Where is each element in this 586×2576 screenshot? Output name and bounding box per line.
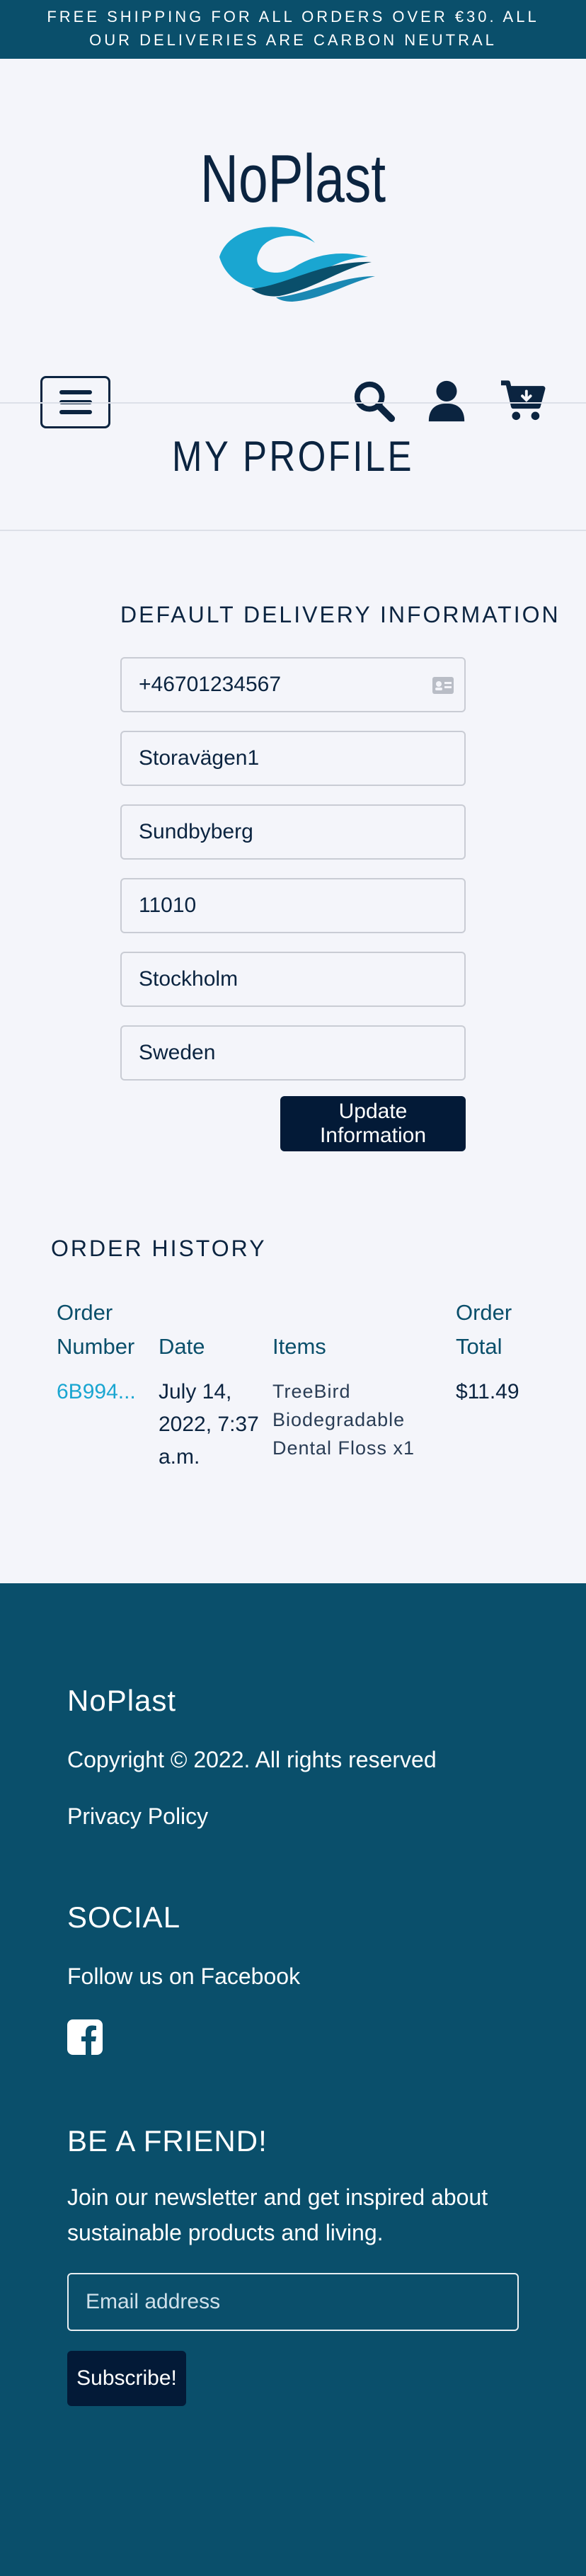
privacy-policy-link[interactable]: Privacy Policy (67, 1799, 208, 1834)
copyright-text: Copyright © 2022. All rights reserved (67, 1747, 437, 1772)
town-field[interactable]: Sundbyberg (120, 804, 466, 860)
county-value: Stockholm (139, 967, 239, 991)
header-date: Date (159, 1334, 205, 1359)
header-order-number: Order Number (57, 1300, 135, 1359)
subscribe-button[interactable]: Subscribe! (67, 2351, 186, 2406)
county-field[interactable]: Stockholm (120, 952, 466, 1007)
delivery-section-title: DEFAULT DELIVERY INFORMATION (120, 602, 561, 627)
postcode-value: 11010 (139, 894, 197, 917)
page-title: MY PROFILE (172, 433, 414, 480)
country-select[interactable]: Sweden (120, 1025, 466, 1081)
social-heading: SOCIAL (67, 1900, 181, 1934)
order-history-title: ORDER HISTORY (51, 1236, 267, 1261)
order-items-cell: TreeBird Biodegradable Dental Floss x1 (272, 1381, 415, 1459)
email-input[interactable]: Email address (67, 2273, 519, 2331)
country-value: Sweden (139, 1041, 216, 1064)
email-placeholder: Email address (86, 2290, 221, 2313)
town-value: Sundbyberg (139, 820, 253, 843)
logo-text[interactable]: NoPlast (64, 144, 522, 215)
site-footer: NoPlast Copyright © 2022. All rights res… (0, 1583, 586, 2576)
update-information-button[interactable]: Update Information (280, 1096, 466, 1151)
contact-card-icon (432, 677, 454, 694)
facebook-link-text[interactable]: Follow us on Facebook (67, 1959, 300, 1994)
order-date-cell: July 14, 2022, 7:37 a.m. (159, 1380, 259, 1469)
street-value: Storavägen1 (139, 746, 260, 770)
order-number-cell[interactable]: 6B994... (57, 1376, 136, 1408)
user-icon[interactable] (425, 379, 469, 423)
site-header: NoPlast (0, 59, 586, 428)
newsletter-text: Join our newsletter and get inspired abo… (67, 2184, 488, 2245)
phone-field[interactable]: +46701234567 (120, 657, 466, 712)
header-order-total: Order Total (456, 1300, 512, 1359)
header-divider (0, 402, 586, 404)
facebook-icon[interactable] (67, 2019, 103, 2055)
wave-logo-icon[interactable] (209, 218, 379, 303)
be-a-friend-heading: BE A FRIEND! (67, 2124, 268, 2158)
order-number-link[interactable]: 6B994... (57, 1380, 136, 1403)
title-divider (0, 530, 586, 531)
order-total-cell: $11.49 (456, 1380, 519, 1403)
header-items: Items (272, 1334, 326, 1359)
postcode-field[interactable]: 11010 (120, 878, 466, 933)
street-address-field[interactable]: Storavägen1 (120, 731, 466, 786)
search-icon[interactable] (352, 379, 396, 423)
footer-brand: NoPlast (67, 1684, 177, 1717)
phone-value: +46701234567 (139, 673, 282, 696)
cart-icon[interactable] (499, 379, 546, 423)
shipping-banner: FREE SHIPPING FOR ALL ORDERS OVER €30. A… (0, 0, 586, 59)
